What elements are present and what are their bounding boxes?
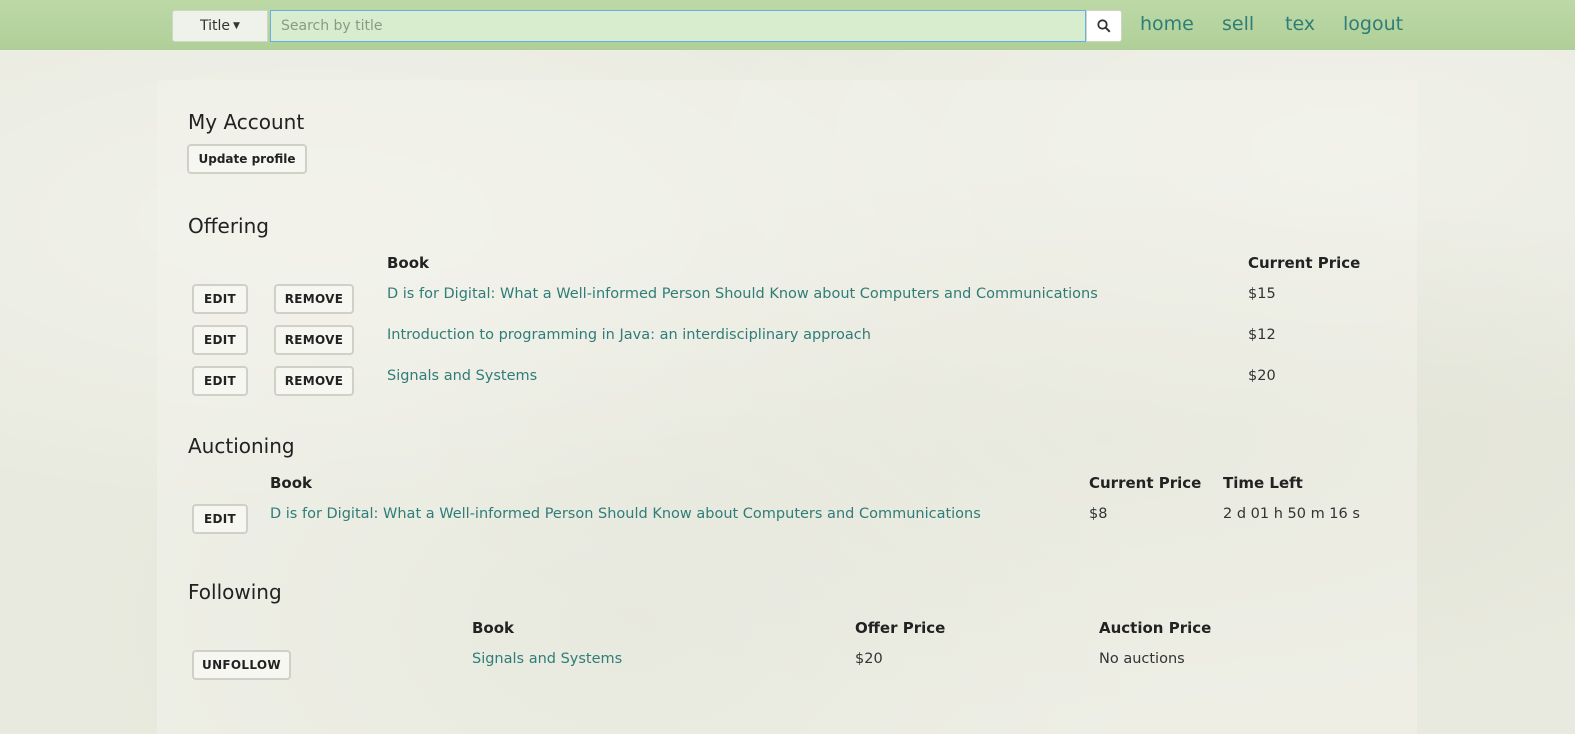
auctioning-col-book: Book <box>270 474 313 492</box>
following-col-book: Book <box>472 619 515 637</box>
offering-col-price: Current Price <box>1248 254 1361 272</box>
offering-remove-button[interactable]: REMOVE <box>274 325 354 355</box>
auctioning-edit-button[interactable]: EDIT <box>192 504 248 534</box>
offering-edit-button[interactable]: EDIT <box>192 284 248 314</box>
nav-user-link[interactable]: tex <box>1285 13 1315 35</box>
nav-logout-link[interactable]: logout <box>1343 13 1403 35</box>
search-input[interactable] <box>270 10 1086 42</box>
account-heading: My Account <box>188 110 305 134</box>
search-button[interactable] <box>1086 10 1122 42</box>
following-auction-price: No auctions <box>1099 651 1185 667</box>
auctioning-book-link[interactable]: D is for Digital: What a Well-informed P… <box>270 506 981 522</box>
auctioning-col-time: Time Left <box>1223 474 1303 492</box>
offering-price: $12 <box>1248 327 1276 343</box>
search-filter-label: Title <box>200 18 231 34</box>
offering-remove-button[interactable]: REMOVE <box>274 366 354 396</box>
nav-home-link[interactable]: home <box>1140 13 1194 35</box>
offering-price: $15 <box>1248 286 1276 302</box>
search-filter-dropdown[interactable]: Title ▼ <box>172 10 268 42</box>
offering-book-link[interactable]: D is for Digital: What a Well-informed P… <box>387 286 1098 302</box>
auctioning-price: $8 <box>1089 506 1108 522</box>
offering-edit-button[interactable]: EDIT <box>192 366 248 396</box>
caret-down-icon: ▼ <box>233 21 240 31</box>
following-offer-price: $20 <box>855 651 883 667</box>
offering-col-book: Book <box>387 254 430 272</box>
content-panel <box>157 80 1417 734</box>
offering-book-link[interactable]: Signals and Systems <box>387 368 537 384</box>
offering-remove-button[interactable]: REMOVE <box>274 284 354 314</box>
following-book-link[interactable]: Signals and Systems <box>472 651 622 667</box>
auctioning-col-price: Current Price <box>1089 474 1202 492</box>
offering-book-link[interactable]: Introduction to programming in Java: an … <box>387 327 871 343</box>
following-heading: Following <box>188 580 282 604</box>
following-col-auction: Auction Price <box>1099 619 1212 637</box>
offering-edit-button[interactable]: EDIT <box>192 325 248 355</box>
update-profile-button[interactable]: Update profile <box>187 144 307 174</box>
nav-sell-link[interactable]: sell <box>1222 13 1254 35</box>
auctioning-time-left: 2 d 01 h 50 m 16 s <box>1223 506 1360 522</box>
following-col-offer: Offer Price <box>855 619 946 637</box>
search-icon <box>1097 19 1111 33</box>
auctioning-heading: Auctioning <box>188 434 295 458</box>
unfollow-button[interactable]: UNFOLLOW <box>192 650 291 680</box>
offering-price: $20 <box>1248 368 1276 384</box>
offering-heading: Offering <box>188 214 269 238</box>
